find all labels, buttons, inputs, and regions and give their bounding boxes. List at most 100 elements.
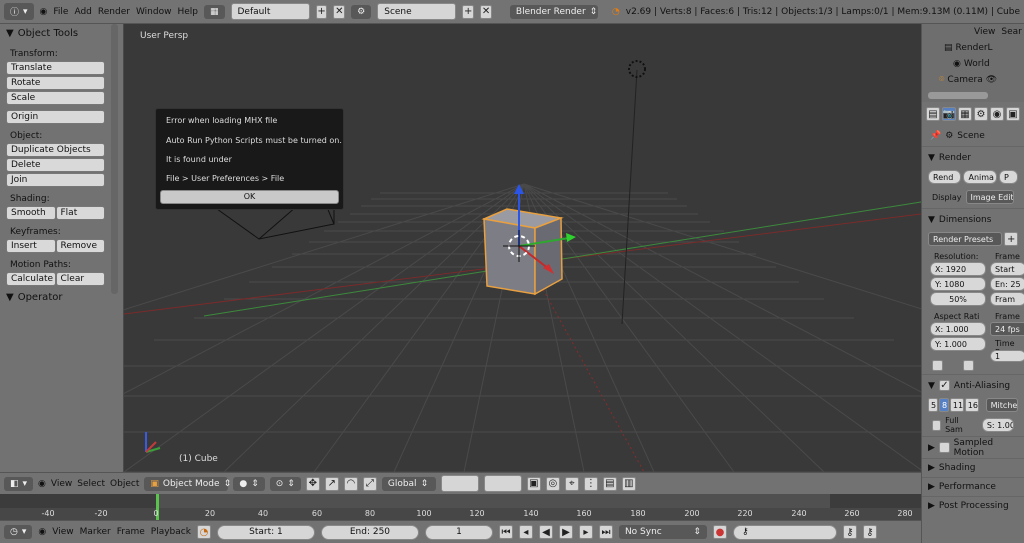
jump-start-icon[interactable]: ⏮ xyxy=(498,525,513,539)
manipulator-toggle[interactable]: ✥ xyxy=(305,476,320,491)
editor-type-button[interactable]: ◷ ▾ xyxy=(4,525,33,539)
render-panel-header[interactable]: ▼ Render xyxy=(922,146,1024,168)
render-animation-icon[interactable]: ▥ xyxy=(621,476,636,491)
origin-button[interactable]: Origin xyxy=(6,110,105,124)
search-field[interactable]: Sear xyxy=(1001,27,1021,37)
post-processing-panel-header[interactable]: ▶ Post Processing xyxy=(922,496,1024,515)
editor-type-button[interactable]: ⓘ ▾ xyxy=(4,3,34,20)
3d-viewport[interactable]: User Persp (1) Cube xyxy=(124,24,921,472)
performance-panel-header[interactable]: ▶ Performance xyxy=(922,477,1024,496)
jump-end-icon[interactable]: ⏭ xyxy=(598,525,613,539)
rotate-button[interactable]: Rotate xyxy=(6,76,105,90)
aspect-x-field[interactable]: X: 1.000 xyxy=(930,322,986,336)
menu-file[interactable]: File xyxy=(53,7,68,17)
menu-render[interactable]: Render xyxy=(98,7,130,17)
delete-keyframe-icon[interactable]: ⚷ xyxy=(862,525,877,539)
snap-element-icon[interactable]: ⋮ xyxy=(583,476,598,491)
menu-marker[interactable]: Marker xyxy=(80,527,111,537)
motion-blur-checkbox[interactable] xyxy=(938,442,950,453)
delete-scene-button[interactable]: ✕ xyxy=(480,4,492,19)
snap-icon[interactable]: ⌖ xyxy=(564,476,579,491)
menu-frame[interactable]: Frame xyxy=(117,527,145,537)
render-tab-icon[interactable]: 📷 xyxy=(942,107,956,121)
menu-help[interactable]: Help xyxy=(177,7,198,17)
dimensions-panel-header[interactable]: ▼ Dimensions xyxy=(922,208,1024,230)
screen-layout-icon-button[interactable]: ▦ xyxy=(203,4,225,19)
menu-view[interactable]: View xyxy=(52,527,73,537)
menu-object[interactable]: Object xyxy=(110,479,139,489)
outliner-row[interactable]: ▤ RenderL xyxy=(944,43,993,53)
translate-button[interactable]: Translate xyxy=(6,61,105,75)
lock-layers-icon[interactable]: ▣ xyxy=(526,476,541,491)
layers-tab-icon[interactable]: ▦ xyxy=(958,107,972,121)
menu-select[interactable]: Select xyxy=(77,479,105,489)
aa-5-button[interactable]: 5 xyxy=(928,398,938,412)
display-select[interactable]: Image Editor xyxy=(965,190,1014,204)
remove-keyframe-button[interactable]: Remove xyxy=(55,239,105,253)
ok-button[interactable]: OK xyxy=(160,190,339,204)
resolution-x-field[interactable]: X: 1920 xyxy=(930,262,986,276)
object-tab-icon[interactable]: ▣ xyxy=(1006,107,1020,121)
add-preset-button[interactable]: + xyxy=(1004,232,1018,246)
current-frame-field[interactable]: 1 xyxy=(424,524,493,540)
add-scene-button[interactable]: + xyxy=(462,4,475,19)
orientation-select[interactable]: Global ⇕ xyxy=(381,476,436,491)
filter-select[interactable]: Mitchel xyxy=(985,398,1018,412)
scene-tab-icon[interactable]: ⚙ xyxy=(974,107,988,121)
prev-keyframe-icon[interactable]: ◂ xyxy=(518,525,533,539)
border-checkbox[interactable] xyxy=(932,360,943,371)
crop-checkbox[interactable] xyxy=(963,360,974,371)
frame-rate-select[interactable]: 24 fps xyxy=(990,322,1024,336)
menu-view[interactable]: View xyxy=(51,479,72,489)
sampled-motion-panel-header[interactable]: ▶ Sampled Motion xyxy=(922,436,1024,458)
menu-add[interactable]: Add xyxy=(74,7,91,17)
menu-window[interactable]: Window xyxy=(136,7,172,17)
pivot-select[interactable]: ⊙ ⇕ xyxy=(269,476,301,491)
insert-keyframe-button[interactable]: Insert xyxy=(6,239,56,253)
duplicate-objects-button[interactable]: Duplicate Objects xyxy=(6,143,105,157)
outliner-row[interactable]: ⌾ Camera 👁 xyxy=(939,75,997,85)
translate-manipulator-icon[interactable]: ↗ xyxy=(324,476,339,491)
clear-button[interactable]: Clear xyxy=(55,272,105,286)
animation-button[interactable]: Anima xyxy=(963,170,997,184)
start-frame-field[interactable]: Start xyxy=(990,262,1024,276)
preview-range-icon[interactable]: ◔ xyxy=(196,525,211,539)
screen-layout-field[interactable]: Default xyxy=(230,3,310,20)
scene-field[interactable]: Scene xyxy=(377,3,457,20)
aa-11-button[interactable]: 11 xyxy=(949,398,964,412)
filter-size-field[interactable]: S: 1.00 xyxy=(981,418,1014,432)
time-remap-field[interactable]: 1 xyxy=(990,350,1024,362)
join-button[interactable]: Join xyxy=(6,173,105,187)
delete-screen-button[interactable]: ✕ xyxy=(333,4,346,19)
viewport-shading-select[interactable]: ● ⇕ xyxy=(233,476,265,491)
editor-type-icon[interactable]: ▤ xyxy=(926,107,940,121)
scale-manipulator-icon[interactable]: ⤢ xyxy=(362,476,377,491)
rotate-manipulator-icon[interactable]: ◠ xyxy=(343,476,358,491)
outliner-row[interactable]: ◉ World xyxy=(953,59,990,69)
proportional-edit-icon[interactable]: ◎ xyxy=(545,476,560,491)
timeline[interactable]: -40 -20 0 20 40 60 80 100 120 140 160 18… xyxy=(0,494,921,520)
record-icon[interactable]: ● xyxy=(712,525,727,539)
full-sample-checkbox[interactable] xyxy=(932,419,942,431)
operator-panel-header[interactable]: ▼ Operator xyxy=(0,288,123,307)
resolution-y-field[interactable]: Y: 1080 xyxy=(930,277,986,291)
flat-button[interactable]: Flat xyxy=(55,206,105,220)
render-engine-select[interactable]: Blender Render ⇕ xyxy=(509,4,598,19)
play-button[interactable]: P xyxy=(998,170,1018,184)
render-presets-select[interactable]: Render Presets xyxy=(928,232,1003,246)
delete-button[interactable]: Delete xyxy=(6,158,105,172)
play-reverse-icon[interactable]: ◀ xyxy=(538,525,553,539)
tool-shelf-scrollbar[interactable] xyxy=(111,24,118,294)
anti-aliasing-panel-header[interactable]: ▼ ✓ Anti-Aliasing xyxy=(922,374,1024,396)
resolution-percent-field[interactable]: 50% xyxy=(930,292,986,306)
world-tab-icon[interactable]: ◉ xyxy=(990,107,1004,121)
aa-8-button[interactable]: 8 xyxy=(938,398,949,412)
editor-type-button[interactable]: ◧ ▾ xyxy=(4,476,34,491)
keying-set-field[interactable]: ⚷ xyxy=(732,524,837,540)
end-frame-field[interactable]: En: 25 xyxy=(990,277,1024,291)
object-tools-panel-header[interactable]: ▼ Object Tools xyxy=(0,24,123,43)
end-frame-field[interactable]: End: 250 xyxy=(320,524,419,540)
layers-grid-2[interactable] xyxy=(483,475,522,492)
outliner-scrollbar[interactable] xyxy=(928,92,988,99)
sync-select[interactable]: No Sync ⇕ xyxy=(618,525,707,539)
